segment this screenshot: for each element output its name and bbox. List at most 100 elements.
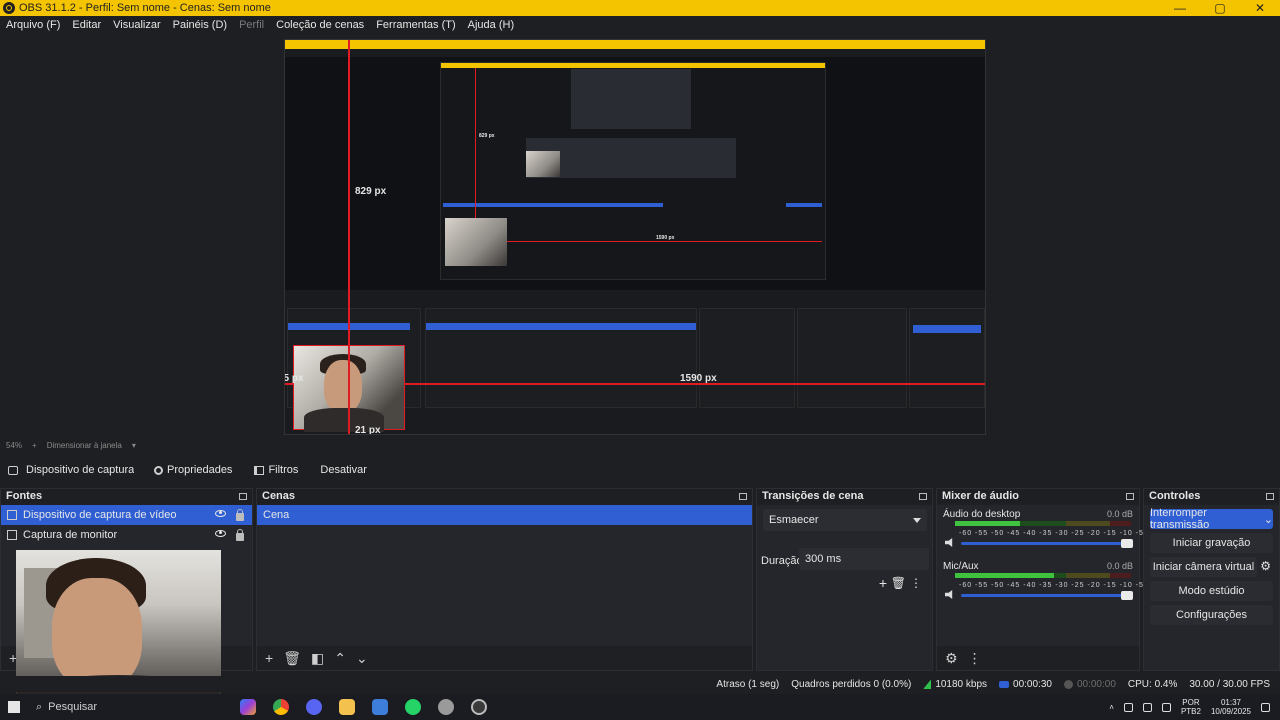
source-item-monitor-capture[interactable]: Captura de monitor bbox=[1, 525, 252, 545]
settings-button[interactable]: Configurações bbox=[1150, 605, 1273, 625]
more-icon[interactable]: ⋮ bbox=[910, 576, 922, 590]
app-icon[interactable] bbox=[438, 699, 454, 715]
start-recording-button[interactable]: Iniciar gravação bbox=[1150, 533, 1273, 553]
undock-icon[interactable] bbox=[1266, 492, 1274, 500]
mic-icon[interactable] bbox=[1123, 702, 1133, 712]
window-titlebar: OBS 31.1.2 - Perfil: Sem nome - Cenas: S… bbox=[0, 0, 1280, 16]
taskbar: ⌕ Pesquisar ˄ POR PTB2 01:37 10/09/2025 bbox=[0, 694, 1280, 720]
maximize-button[interactable]: ▢ bbox=[1200, 1, 1240, 15]
start-virtual-camera-button[interactable]: Iniciar câmera virtual bbox=[1150, 557, 1257, 577]
undock-icon[interactable] bbox=[1126, 492, 1134, 500]
nested-inner-row bbox=[443, 203, 663, 207]
volume-knob[interactable] bbox=[1121, 539, 1133, 548]
zoom-level[interactable]: 54% bbox=[6, 441, 22, 450]
zoom-in-icon[interactable]: + bbox=[32, 441, 37, 450]
move-down-icon[interactable]: ⌄ bbox=[356, 650, 368, 667]
lang-bottom: PTB2 bbox=[1180, 707, 1201, 716]
lock-icon[interactable] bbox=[236, 528, 244, 541]
menu-paineis[interactable]: Painéis (D) bbox=[167, 19, 233, 31]
menu-perfil[interactable]: Perfil bbox=[233, 19, 270, 31]
nested-inner-titlebar bbox=[441, 63, 825, 68]
lock-icon[interactable] bbox=[236, 508, 244, 521]
chevron-up-icon[interactable]: ˄ bbox=[1109, 703, 1114, 712]
add-transition-icon[interactable]: + bbox=[879, 575, 887, 591]
move-up-icon[interactable]: ⌃ bbox=[334, 650, 346, 667]
transition-value: Esmaecer bbox=[769, 514, 819, 526]
record-icon bbox=[1063, 679, 1073, 689]
volume-icon[interactable] bbox=[1161, 702, 1171, 712]
file-explorer-icon[interactable] bbox=[339, 699, 355, 715]
menu-editar[interactable]: Editar bbox=[66, 19, 107, 31]
trash-icon[interactable]: 🗑 bbox=[891, 576, 906, 590]
video-device-icon bbox=[7, 510, 17, 520]
gear-icon[interactable]: ⚙ bbox=[1260, 559, 1271, 573]
preview-area[interactable]: 829 px 1590 px 829 px 25 px 1590 px 21 p… bbox=[0, 34, 1280, 450]
volume-knob[interactable] bbox=[1121, 591, 1133, 600]
transitions-dock: Transições de cena Esmaecer Duração 300 … bbox=[756, 488, 933, 671]
advanced-audio-icon[interactable]: ⚙ bbox=[945, 650, 958, 667]
taskbar-search[interactable]: ⌕ Pesquisar bbox=[28, 694, 218, 720]
chevron-down-icon[interactable]: ⌄ bbox=[1264, 513, 1273, 526]
source-item-video-capture[interactable]: Dispositivo de captura de vídeo bbox=[1, 505, 252, 525]
filters-button[interactable]: Filtros bbox=[246, 460, 306, 480]
notification-icon[interactable] bbox=[1261, 702, 1270, 712]
volume-slider[interactable] bbox=[961, 539, 1133, 548]
speaker-icon[interactable] bbox=[945, 538, 953, 547]
stop-streaming-button[interactable]: Interromper transmissão ⌄ bbox=[1150, 507, 1273, 531]
more-icon[interactable]: ⋮ bbox=[968, 650, 982, 667]
clock[interactable]: 01:37 10/09/2025 bbox=[1211, 698, 1251, 716]
preview-canvas[interactable]: 829 px 1590 px 829 px 25 px 1590 px 21 p… bbox=[284, 39, 986, 435]
fps-status: 30.00 / 30.00 FPS bbox=[1189, 678, 1270, 690]
trash-icon[interactable]: 🗑 bbox=[283, 650, 301, 667]
language-indicator[interactable]: POR PTB2 bbox=[1181, 698, 1201, 716]
transition-select[interactable]: Esmaecer bbox=[763, 509, 927, 531]
eye-icon[interactable] bbox=[215, 509, 226, 517]
chevron-down-icon[interactable]: ▾ bbox=[132, 441, 136, 450]
nested-dock-transitions bbox=[699, 308, 795, 408]
cpu-status: CPU: 0.4% bbox=[1127, 678, 1178, 690]
menu-colecao-cenas[interactable]: Coleção de cenas bbox=[270, 19, 370, 31]
gear-icon bbox=[154, 465, 163, 475]
speaker-icon[interactable] bbox=[945, 590, 953, 599]
nested-inner-label-top: 829 px bbox=[479, 133, 495, 139]
undock-icon[interactable] bbox=[239, 492, 247, 500]
guide-label-right: 1590 px bbox=[680, 373, 717, 384]
nested-menubar bbox=[285, 49, 985, 57]
scene-item[interactable]: Cena bbox=[257, 505, 752, 525]
studio-mode-button[interactable]: Modo estúdio bbox=[1150, 581, 1273, 601]
volume-slider[interactable] bbox=[961, 591, 1133, 600]
network-icon[interactable] bbox=[1142, 702, 1152, 712]
whatsapp-icon[interactable] bbox=[405, 699, 421, 715]
chrome-icon[interactable] bbox=[273, 699, 289, 715]
menu-ferramentas[interactable]: Ferramentas (T) bbox=[370, 19, 461, 31]
guide-label-left: 25 px bbox=[284, 373, 304, 384]
discord-icon[interactable] bbox=[306, 699, 322, 715]
windows-icon bbox=[8, 701, 20, 713]
scale-mode[interactable]: Dimensionar à janela bbox=[47, 441, 122, 450]
channel-db: 0.0 dB bbox=[1106, 561, 1133, 571]
search-label: Pesquisar bbox=[48, 701, 98, 713]
app-icon[interactable] bbox=[372, 699, 388, 715]
scene-label: Cena bbox=[263, 509, 290, 521]
obs-taskbar-icon[interactable] bbox=[471, 699, 487, 715]
minimize-button[interactable]: — bbox=[1160, 1, 1200, 15]
scene-filters-icon[interactable]: ◧ bbox=[311, 650, 324, 667]
deactivate-button[interactable]: Desativar bbox=[312, 460, 374, 480]
undock-icon[interactable] bbox=[739, 492, 747, 500]
add-scene-icon[interactable]: + bbox=[265, 650, 273, 666]
taskbar-apps bbox=[240, 699, 487, 715]
scenes-dock-header: Cenas bbox=[257, 489, 752, 503]
menu-visualizar[interactable]: Visualizar bbox=[107, 19, 167, 31]
properties-button[interactable]: Propriedades bbox=[146, 460, 240, 480]
close-button[interactable]: ✕ bbox=[1240, 1, 1280, 15]
eye-icon[interactable] bbox=[215, 529, 226, 537]
nested-inner-guide bbox=[507, 241, 822, 242]
duration-input[interactable]: 300 ms bbox=[799, 548, 929, 570]
copilot-icon[interactable] bbox=[240, 699, 256, 715]
frames-lost-status: Quadros perdidos 0 (0.0%) bbox=[791, 678, 912, 690]
sources-title: Fontes bbox=[6, 490, 43, 502]
menu-arquivo[interactable]: Arquivo (F) bbox=[0, 19, 66, 31]
menu-ajuda[interactable]: Ajuda (H) bbox=[462, 19, 520, 31]
undock-icon[interactable] bbox=[919, 492, 927, 500]
start-button[interactable] bbox=[0, 694, 28, 720]
